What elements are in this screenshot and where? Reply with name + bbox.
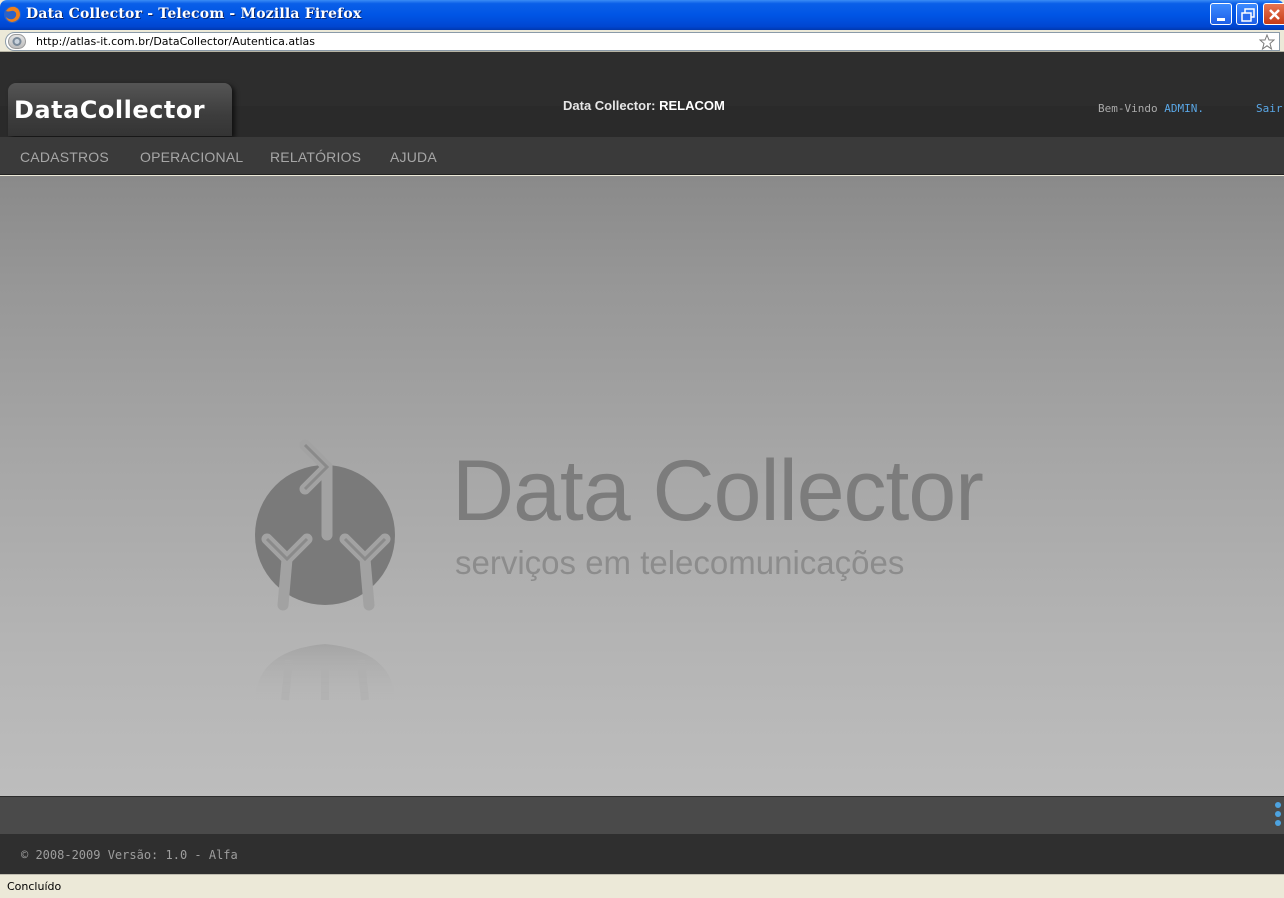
site-identity-icon[interactable] — [8, 34, 26, 49]
restore-button[interactable] — [1236, 3, 1258, 25]
more-options-icon[interactable] — [1273, 801, 1283, 829]
address-bar: http://atlas-it.com.br/DataCollector/Aut… — [0, 30, 1284, 52]
bookmark-star-icon[interactable] — [1259, 34, 1275, 50]
welcome-text: Bem-Vindo ADMIN. — [1098, 102, 1204, 115]
close-button[interactable] — [1263, 3, 1284, 25]
close-icon — [1269, 9, 1280, 20]
system-name: RELACOM — [659, 98, 725, 113]
minimize-icon — [1217, 18, 1225, 21]
firefox-icon — [4, 6, 21, 23]
welcome-label: Bem-Vindo — [1098, 102, 1158, 115]
menu-item-cadastros[interactable]: CADASTROS — [20, 149, 109, 165]
system-label: Data Collector: RELACOM — [563, 98, 725, 113]
logo-reflection — [255, 644, 395, 701]
status-text: Concluído — [7, 880, 62, 893]
menu-item-relatorios[interactable]: RELATÓRIOS — [270, 149, 361, 165]
user-name: ADMIN. — [1164, 102, 1204, 115]
menu-item-operacional[interactable]: OPERACIONAL — [140, 149, 243, 165]
browser-status-bar — [0, 874, 1284, 898]
footer-copyright: © 2008-2009 Versão: 1.0 - Alfa — [21, 848, 238, 862]
logo-subtitle: serviços em telecomunicações — [455, 544, 905, 581]
url-input[interactable]: http://atlas-it.com.br/DataCollector/Aut… — [5, 32, 1280, 51]
main-menu: CADASTROS OPERACIONAL RELATÓRIOS AJUDA — [0, 137, 1284, 175]
minimize-button[interactable] — [1210, 3, 1232, 25]
brand-logo[interactable]: DataCollector — [14, 96, 205, 124]
url-text: http://atlas-it.com.br/DataCollector/Aut… — [36, 35, 315, 48]
footer-toolbar — [0, 796, 1284, 834]
logo-title: Data Collector — [452, 443, 984, 539]
window-title: Data Collector - Telecom - Mozilla Firef… — [26, 6, 362, 22]
restore-icon — [1241, 8, 1255, 22]
window-title-bar: Data Collector - Telecom - Mozilla Firef… — [0, 0, 1284, 30]
data-collector-logo-icon — [255, 439, 395, 611]
app-header — [0, 52, 1284, 137]
menu-item-ajuda[interactable]: AJUDA — [390, 149, 437, 165]
system-label-prefix: Data Collector: — [563, 98, 656, 113]
logout-link[interactable]: Sair — [1256, 102, 1283, 115]
